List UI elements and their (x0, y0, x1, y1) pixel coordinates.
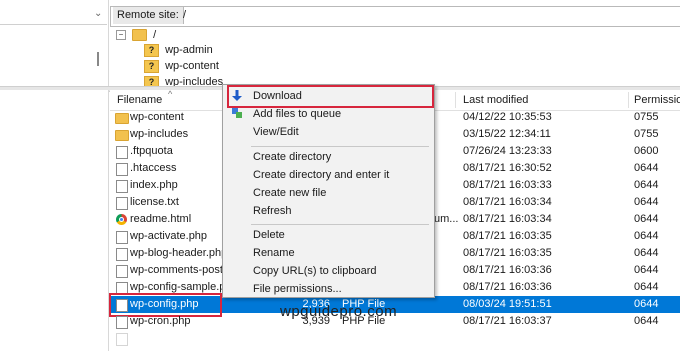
menu-separator (251, 146, 429, 147)
menu-item-label: Refresh (253, 205, 292, 217)
menu-item-delete[interactable]: Delete (223, 226, 434, 244)
column-separator[interactable] (628, 92, 629, 108)
file-modified: 08/17/21 16:30:52 (463, 162, 552, 174)
menu-item-add-to-queue[interactable]: Add files to queue (223, 105, 434, 123)
unknown-folder-icon: ? (144, 75, 159, 86)
folder-icon (132, 29, 148, 42)
menu-separator (251, 224, 429, 225)
menu-item-create-new-file[interactable]: Create new file (223, 184, 434, 202)
file-permissions: 0644 (634, 281, 659, 293)
tree-item-wp-includes[interactable]: ? wp-includes (144, 74, 223, 86)
menu-item-view-edit[interactable]: View/Edit (223, 123, 434, 141)
file-modified: 08/17/21 16:03:36 (463, 281, 552, 293)
file-icon (116, 146, 128, 159)
sort-caret-icon: ^ (168, 89, 173, 99)
menu-item-label: View/Edit (253, 126, 299, 138)
menu-item-file-permissions[interactable]: File permissions... (223, 280, 434, 298)
menu-item-refresh[interactable]: Refresh (223, 202, 434, 220)
unknown-folder-icon: ? (144, 43, 159, 57)
file-modified: 04/12/22 10:35:53 (463, 111, 552, 123)
file-modified: 08/17/21 16:03:33 (463, 179, 552, 191)
file-permissions: 0644 (634, 298, 659, 310)
unknown-folder-icon: ? (144, 59, 159, 73)
file-modified: 08/03/24 19:51:51 (463, 298, 552, 310)
menu-item-label: Copy URL(s) to clipboard (253, 265, 377, 277)
file-type: um... (434, 213, 459, 225)
folder-icon (115, 113, 129, 124)
file-icon (116, 333, 128, 346)
menu-item-create-directory[interactable]: Create directory (223, 148, 434, 166)
file-icon (116, 180, 128, 193)
file-permissions: 0600 (634, 145, 659, 157)
menu-item-create-directory-enter[interactable]: Create directory and enter it (223, 166, 434, 184)
tree-root[interactable]: − / (116, 27, 156, 43)
column-permissions[interactable]: Permissio (634, 90, 680, 110)
local-file-list (0, 90, 109, 351)
chevron-down-icon[interactable]: ⌄ (94, 8, 102, 19)
file-icon (116, 163, 128, 176)
file-icon (116, 265, 128, 278)
tree-item-label: wp-admin (165, 44, 213, 56)
file-icon (116, 248, 128, 261)
file-permissions: 0644 (634, 264, 659, 276)
table-row-partial[interactable] (110, 330, 680, 351)
collapse-icon[interactable]: − (116, 30, 126, 41)
tree-item-label: wp-content (165, 60, 219, 72)
menu-item-rename[interactable]: Rename (223, 244, 434, 262)
column-filename[interactable]: Filename (117, 90, 162, 110)
add-queue-icon (232, 108, 242, 118)
file-icon (116, 316, 128, 329)
file-icon (116, 231, 128, 244)
context-menu: Download Add files to queue View/Edit Cr… (222, 84, 435, 298)
file-permissions: 0644 (634, 230, 659, 242)
file-permissions: 0644 (634, 162, 659, 174)
tree-item-label: wp-includes (165, 76, 224, 86)
file-permissions: 0644 (634, 179, 659, 191)
remote-site-label: Remote site: (113, 7, 184, 24)
menu-item-label: Rename (253, 247, 295, 259)
file-modified: 07/26/24 13:23:33 (463, 145, 552, 157)
menu-item-label: Add files to queue (253, 108, 342, 120)
chrome-icon (116, 214, 127, 225)
file-modified: 08/17/21 16:03:36 (463, 264, 552, 276)
column-last-modified[interactable]: Last modified (463, 90, 528, 110)
tree-item-wp-admin[interactable]: ? wp-admin (144, 42, 213, 58)
remote-path-input[interactable]: / (183, 7, 186, 24)
file-permissions: 0755 (634, 128, 659, 140)
file-modified: 08/17/21 16:03:34 (463, 213, 552, 225)
file-modified: 08/17/21 16:03:35 (463, 230, 552, 242)
file-permissions: 0755 (634, 111, 659, 123)
column-separator[interactable] (455, 92, 456, 108)
menu-item-copy-url[interactable]: Copy URL(s) to clipboard (223, 262, 434, 280)
watermark-text: wpguidepro.com (280, 303, 398, 320)
menu-item-label: Create directory and enter it (253, 169, 390, 181)
file-permissions: 0644 (634, 315, 659, 327)
menu-item-label: Delete (253, 229, 285, 241)
file-name: wp-cron.php (130, 315, 191, 327)
file-modified: 08/17/21 16:03:35 (463, 247, 552, 259)
file-modified: 03/15/22 12:34:11 (463, 128, 551, 140)
file-permissions: 0644 (634, 196, 659, 208)
tree-root-label: / (153, 29, 157, 41)
menu-item-label: File permissions... (253, 283, 342, 295)
tree-item-wp-content[interactable]: ? wp-content (144, 58, 219, 74)
menu-item-label: Create directory (253, 151, 332, 163)
file-modified: 08/17/21 16:03:37 (463, 315, 552, 327)
file-permissions: 0644 (634, 213, 659, 225)
file-permissions: 0644 (634, 247, 659, 259)
folder-icon (115, 130, 129, 141)
scrollbar-thumb[interactable] (97, 52, 99, 66)
remote-site-bar (110, 6, 680, 27)
file-icon (116, 197, 128, 210)
file-modified: 08/17/21 16:03:34 (463, 196, 552, 208)
local-site-combo[interactable] (0, 6, 107, 25)
menu-item-label: Create new file (253, 187, 327, 199)
